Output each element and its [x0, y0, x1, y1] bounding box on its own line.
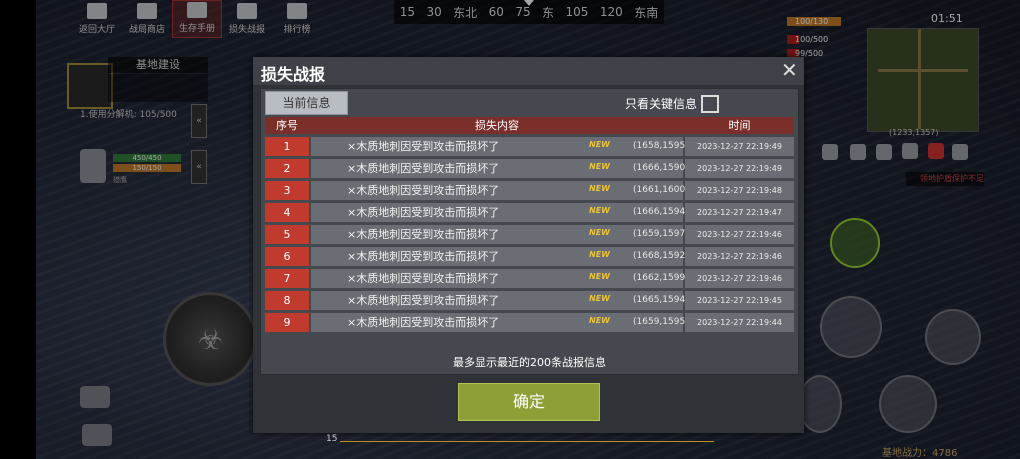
loss-message: ×木质地刺因受到攻击而损坏了	[347, 250, 500, 263]
row-time: 2023-12-27 22:19:49	[685, 137, 794, 156]
row-content: ×木质地刺因受到攻击而损坏了 NEW (1666,1594)	[311, 203, 689, 222]
row-time: 2023-12-27 22:19:46	[685, 225, 794, 244]
table-row[interactable]: 5 ×木质地刺因受到攻击而损坏了 NEW (1659,1597) 2023-12…	[265, 225, 794, 244]
row-content: ×木质地刺因受到攻击而损坏了 NEW (1665,1594)	[311, 291, 689, 310]
new-badge: NEW	[589, 206, 610, 215]
loss-coordinates[interactable]: (1658,1595)	[633, 137, 689, 156]
row-index: 5	[265, 225, 309, 244]
table-row[interactable]: 2 ×木质地刺因受到攻击而损坏了 NEW (1666,1590) 2023-12…	[265, 159, 794, 178]
row-time: 2023-12-27 22:19:48	[685, 181, 794, 200]
new-badge: NEW	[589, 184, 610, 193]
footer-note: 最多显示最近的200条战报信息	[453, 356, 606, 369]
close-icon[interactable]: ✕	[781, 60, 798, 80]
table-row[interactable]: 8 ×木质地刺因受到攻击而损坏了 NEW (1665,1594) 2023-12…	[265, 291, 794, 310]
table-row[interactable]: 9 ×木质地刺因受到攻击而损坏了 NEW (1659,1595) 2023-12…	[265, 313, 794, 332]
dialog-header: 损失战报 ✕	[253, 57, 804, 85]
row-content: ×木质地刺因受到攻击而损坏了 NEW (1661,1600)	[311, 181, 689, 200]
row-content: ×木质地刺因受到攻击而损坏了 NEW (1659,1595)	[311, 313, 689, 332]
row-index: 8	[265, 291, 309, 310]
table-row[interactable]: 4 ×木质地刺因受到攻击而损坏了 NEW (1666,1594) 2023-12…	[265, 203, 794, 222]
loss-coordinates[interactable]: (1668,1592)	[633, 247, 689, 266]
row-index: 3	[265, 181, 309, 200]
loss-coordinates[interactable]: (1666,1594)	[633, 203, 689, 222]
confirm-button[interactable]: 确定	[458, 383, 600, 421]
row-time: 2023-12-27 22:19:44	[685, 313, 794, 332]
new-badge: NEW	[589, 140, 610, 149]
row-index: 7	[265, 269, 309, 288]
table-header: 序号 损失内容 时间	[265, 117, 794, 134]
loss-coordinates[interactable]: (1662,1599)	[633, 269, 689, 288]
loss-coordinates[interactable]: (1659,1595)	[633, 313, 689, 332]
row-index: 1	[265, 137, 309, 156]
row-content: ×木质地刺因受到攻击而损坏了 NEW (1659,1597)	[311, 225, 689, 244]
loss-message: ×木质地刺因受到攻击而损坏了	[347, 316, 500, 329]
dialog-title: 损失战报	[261, 65, 326, 84]
loss-message: ×木质地刺因受到攻击而损坏了	[347, 228, 500, 241]
new-badge: NEW	[589, 228, 610, 237]
only-key-label: 只看关键信息	[625, 97, 698, 111]
row-content: ×木质地刺因受到攻击而损坏了 NEW (1666,1590)	[311, 159, 689, 178]
row-index: 9	[265, 313, 309, 332]
loss-message: ×木质地刺因受到攻击而损坏了	[347, 140, 500, 153]
row-index: 4	[265, 203, 309, 222]
row-time: 2023-12-27 22:19:47	[685, 203, 794, 222]
loss-coordinates[interactable]: (1659,1597)	[633, 225, 689, 244]
loss-report-dialog: 损失战报 ✕ 当前信息 只看关键信息 序号 损失内容 时间 1 ×木质地刺因受到…	[253, 57, 804, 433]
new-badge: NEW	[589, 162, 610, 171]
loss-message: ×木质地刺因受到攻击而损坏了	[347, 272, 500, 285]
report-panel: 当前信息 只看关键信息 序号 损失内容 时间 1 ×木质地刺因受到攻击而损坏了 …	[260, 88, 799, 375]
progress-line	[340, 441, 714, 442]
only-key-checkbox[interactable]	[701, 95, 719, 113]
loss-message: ×木质地刺因受到攻击而损坏了	[347, 294, 500, 307]
tab-current-info[interactable]: 当前信息	[265, 91, 348, 115]
loss-message: ×木质地刺因受到攻击而损坏了	[347, 162, 500, 175]
new-badge: NEW	[589, 316, 610, 325]
column-header-time: 时间	[728, 119, 751, 132]
bottom-counter: 15	[326, 434, 338, 444]
table-row[interactable]: 3 ×木质地刺因受到攻击而损坏了 NEW (1661,1600) 2023-12…	[265, 181, 794, 200]
loss-coordinates[interactable]: (1665,1594)	[633, 291, 689, 310]
row-time: 2023-12-27 22:19:49	[685, 159, 794, 178]
row-time: 2023-12-27 22:19:46	[685, 269, 794, 288]
row-index: 2	[265, 159, 309, 178]
row-index: 6	[265, 247, 309, 266]
column-header-index: 序号	[276, 119, 298, 132]
new-badge: NEW	[589, 272, 610, 281]
loss-coordinates[interactable]: (1666,1590)	[633, 159, 689, 178]
row-content: ×木质地刺因受到攻击而损坏了 NEW (1668,1592)	[311, 247, 689, 266]
table-row[interactable]: 1 ×木质地刺因受到攻击而损坏了 NEW (1658,1595) 2023-12…	[265, 137, 794, 156]
report-rows: 1 ×木质地刺因受到攻击而损坏了 NEW (1658,1595) 2023-12…	[265, 137, 794, 335]
loss-message: ×木质地刺因受到攻击而损坏了	[347, 206, 500, 219]
new-badge: NEW	[589, 294, 610, 303]
row-content: ×木质地刺因受到攻击而损坏了 NEW (1658,1595)	[311, 137, 689, 156]
row-content: ×木质地刺因受到攻击而损坏了 NEW (1662,1599)	[311, 269, 689, 288]
loss-message: ×木质地刺因受到攻击而损坏了	[347, 184, 500, 197]
row-time: 2023-12-27 22:19:46	[685, 247, 794, 266]
row-time: 2023-12-27 22:19:45	[685, 291, 794, 310]
table-row[interactable]: 6 ×木质地刺因受到攻击而损坏了 NEW (1668,1592) 2023-12…	[265, 247, 794, 266]
new-badge: NEW	[589, 250, 610, 259]
column-header-content: 损失内容	[475, 119, 519, 132]
table-row[interactable]: 7 ×木质地刺因受到攻击而损坏了 NEW (1662,1599) 2023-12…	[265, 269, 794, 288]
loss-coordinates[interactable]: (1661,1600)	[633, 181, 689, 200]
